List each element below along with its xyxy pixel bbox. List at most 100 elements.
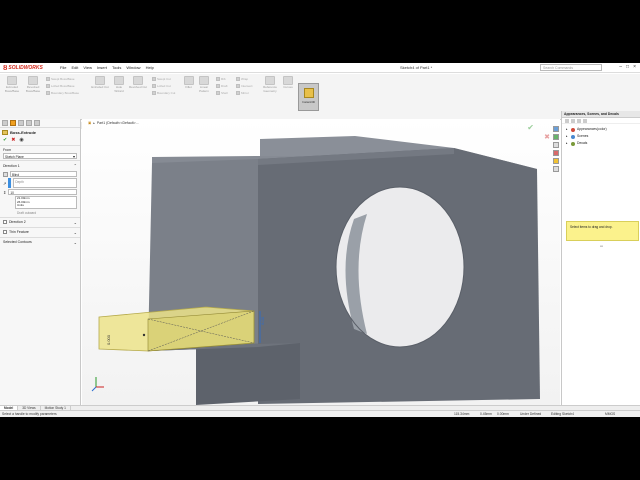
status-bar: Select a handle to modify parameters 115… bbox=[0, 410, 640, 417]
dimension-vertical-label[interactable]: 6.00 bbox=[260, 317, 265, 325]
revolve-cut-icon bbox=[133, 76, 143, 85]
mirror-button[interactable]: Mirror bbox=[236, 91, 249, 95]
view-palette-icon[interactable] bbox=[553, 150, 559, 156]
hole-wizard-icon bbox=[114, 76, 124, 85]
property-manager: Boss-Extrude ✔ ✖ ◉ From Sketch Plane Dir… bbox=[0, 119, 81, 405]
ok-icon[interactable]: ✔ bbox=[3, 137, 7, 143]
direction1-header[interactable]: Direction 1 ⌃ bbox=[0, 160, 80, 170]
triad-z-axis bbox=[91, 386, 97, 392]
tree-item-appearances[interactable]: ▸ Appearances(color) bbox=[566, 126, 638, 133]
direction-vector-row: ↗ Depth bbox=[3, 178, 77, 188]
extruded-boss-button[interactable]: Extruded Boss/Base bbox=[2, 76, 22, 93]
reverse-direction-icon[interactable] bbox=[3, 171, 8, 177]
menu-edit[interactable]: Edit bbox=[71, 65, 78, 70]
menu-help[interactable]: Help bbox=[146, 65, 154, 70]
direction2-checkbox[interactable] bbox=[3, 220, 7, 225]
draft-outward-label: Draft outward bbox=[17, 210, 37, 215]
from-dropdown[interactable]: Sketch Plane bbox=[3, 153, 77, 159]
wrap-button[interactable]: Wrap bbox=[236, 77, 248, 81]
design-library-icon[interactable] bbox=[553, 134, 559, 140]
file-explorer-icon[interactable] bbox=[553, 142, 559, 148]
instant3d-icon bbox=[303, 88, 314, 98]
back-icon[interactable] bbox=[565, 119, 569, 123]
intersect-button[interactable]: Intersect bbox=[236, 84, 253, 88]
minimize-icon[interactable]: – bbox=[619, 64, 622, 70]
curves-button[interactable]: Curves bbox=[281, 76, 295, 90]
reference-geometry-button[interactable]: Reference Geometry bbox=[260, 76, 280, 93]
appearances-icon[interactable] bbox=[553, 158, 559, 164]
linear-pattern-button[interactable]: Linear Pattern bbox=[196, 76, 212, 93]
extrude-icon bbox=[7, 76, 17, 85]
direction2-header[interactable]: Direction 2 ⌄ bbox=[0, 216, 80, 227]
refresh-icon[interactable] bbox=[583, 119, 587, 123]
direction-selection-box[interactable] bbox=[8, 178, 12, 188]
pm-actions: ✔ ✖ ◉ bbox=[0, 137, 80, 146]
graphics-area[interactable]: ▣ ▸ Part1 (Default<<Default>... ✔ ✖ 6.00… bbox=[82, 119, 560, 405]
extruded-cut-button[interactable]: Extruded Cut bbox=[90, 76, 110, 90]
lofted-cut-button[interactable]: Lofted Cut bbox=[152, 84, 171, 88]
fillet-button[interactable]: Fillet bbox=[182, 76, 195, 90]
revolve-icon bbox=[28, 76, 38, 85]
units-selector[interactable]: MMGS bbox=[605, 411, 615, 417]
app-logo[interactable]: Ȣ SOLIDWORKS bbox=[3, 64, 43, 72]
depth-row: ⇕ 10 bbox=[3, 189, 77, 195]
drag-handle bbox=[142, 333, 146, 337]
depth-input[interactable]: 10 bbox=[8, 189, 77, 195]
pm-title: Boss-Extrude bbox=[10, 130, 37, 135]
menu-tools[interactable]: Tools bbox=[112, 65, 121, 70]
dimxpert-icon[interactable] bbox=[26, 120, 32, 126]
property-manager-icon[interactable] bbox=[10, 120, 16, 126]
custom-properties-icon[interactable] bbox=[553, 166, 559, 172]
tree-item-scenes[interactable]: ▸ Scenes bbox=[566, 133, 638, 140]
close-icon[interactable]: × bbox=[633, 64, 636, 70]
task-pane-title: Appearances, Scenes, and Decals bbox=[562, 111, 640, 118]
menu-file[interactable]: File bbox=[60, 65, 66, 70]
search-commands-input[interactable]: Search Commands bbox=[540, 64, 602, 71]
forward-icon[interactable] bbox=[571, 119, 575, 123]
draft-button[interactable]: Draft bbox=[216, 84, 228, 88]
list-item[interactable]: Units bbox=[17, 204, 75, 208]
lofted-boss-button[interactable]: Lofted Boss/Base bbox=[46, 84, 75, 88]
feature-tree-icon[interactable] bbox=[2, 120, 8, 126]
thin-feature-checkbox[interactable] bbox=[3, 230, 7, 235]
preview-eye-icon[interactable]: ◉ bbox=[19, 137, 23, 143]
editing-mode: Editing Sketch4 bbox=[551, 412, 574, 416]
menu-insert[interactable]: Insert bbox=[97, 65, 107, 70]
boundary-boss-button[interactable]: Boundary Boss/Base bbox=[46, 91, 79, 95]
pane-splitter[interactable]: ▪▪▪ bbox=[562, 244, 640, 248]
menu-view[interactable]: View bbox=[83, 65, 92, 70]
shell-button[interactable]: Shell bbox=[216, 91, 228, 95]
ds-logo-icon: Ȣ bbox=[3, 64, 8, 72]
hole-wizard-button[interactable]: Hole Wizard bbox=[111, 76, 127, 93]
manager-tabs bbox=[0, 119, 80, 128]
menu-window[interactable]: Window bbox=[126, 65, 140, 70]
appearances-ball-icon bbox=[571, 127, 575, 132]
tree-item-decals[interactable]: ▸ Decals bbox=[566, 140, 638, 147]
home-icon[interactable] bbox=[577, 119, 581, 123]
revolved-boss-button[interactable]: Revolved Boss/Base bbox=[23, 76, 43, 93]
solidworks-window: Ȣ SOLIDWORKS File Edit View Insert Tools… bbox=[0, 63, 640, 417]
instant3d-button[interactable]: Instant3D bbox=[298, 83, 319, 111]
thin-feature-header[interactable]: Thin Feature ⌄ bbox=[0, 226, 80, 237]
display-manager-icon[interactable] bbox=[34, 120, 40, 126]
document-title: Sketch4 of Part1 * bbox=[400, 65, 433, 70]
pattern-icon bbox=[199, 76, 209, 85]
menu-bar: File Edit View Insert Tools Window Help bbox=[60, 65, 154, 70]
swept-boss-button[interactable]: Swept Boss/Base bbox=[46, 77, 75, 81]
boundary-cut-button[interactable]: Boundary Cut bbox=[152, 91, 175, 95]
configuration-icon[interactable] bbox=[18, 120, 24, 126]
cancel-icon[interactable]: ✖ bbox=[11, 137, 15, 143]
revolved-cut-button[interactable]: Revolved Cut bbox=[128, 76, 148, 90]
selected-contours-header[interactable]: Selected Contours ⌄ bbox=[0, 236, 80, 247]
scenes-icon bbox=[571, 134, 575, 139]
task-pane-tabs bbox=[553, 126, 561, 172]
restore-icon[interactable]: □ bbox=[626, 64, 629, 70]
swept-cut-button[interactable]: Swept Cut bbox=[152, 77, 171, 81]
from-label: From bbox=[3, 148, 12, 152]
end-condition-dropdown[interactable]: Blind bbox=[10, 171, 77, 177]
dimension-left-label[interactable]: 0.000 bbox=[106, 335, 111, 345]
3d-model bbox=[91, 136, 540, 405]
rib-button[interactable]: Rib bbox=[216, 77, 226, 81]
resources-icon[interactable] bbox=[553, 126, 559, 132]
depth-direction-field[interactable]: Depth bbox=[13, 178, 77, 188]
